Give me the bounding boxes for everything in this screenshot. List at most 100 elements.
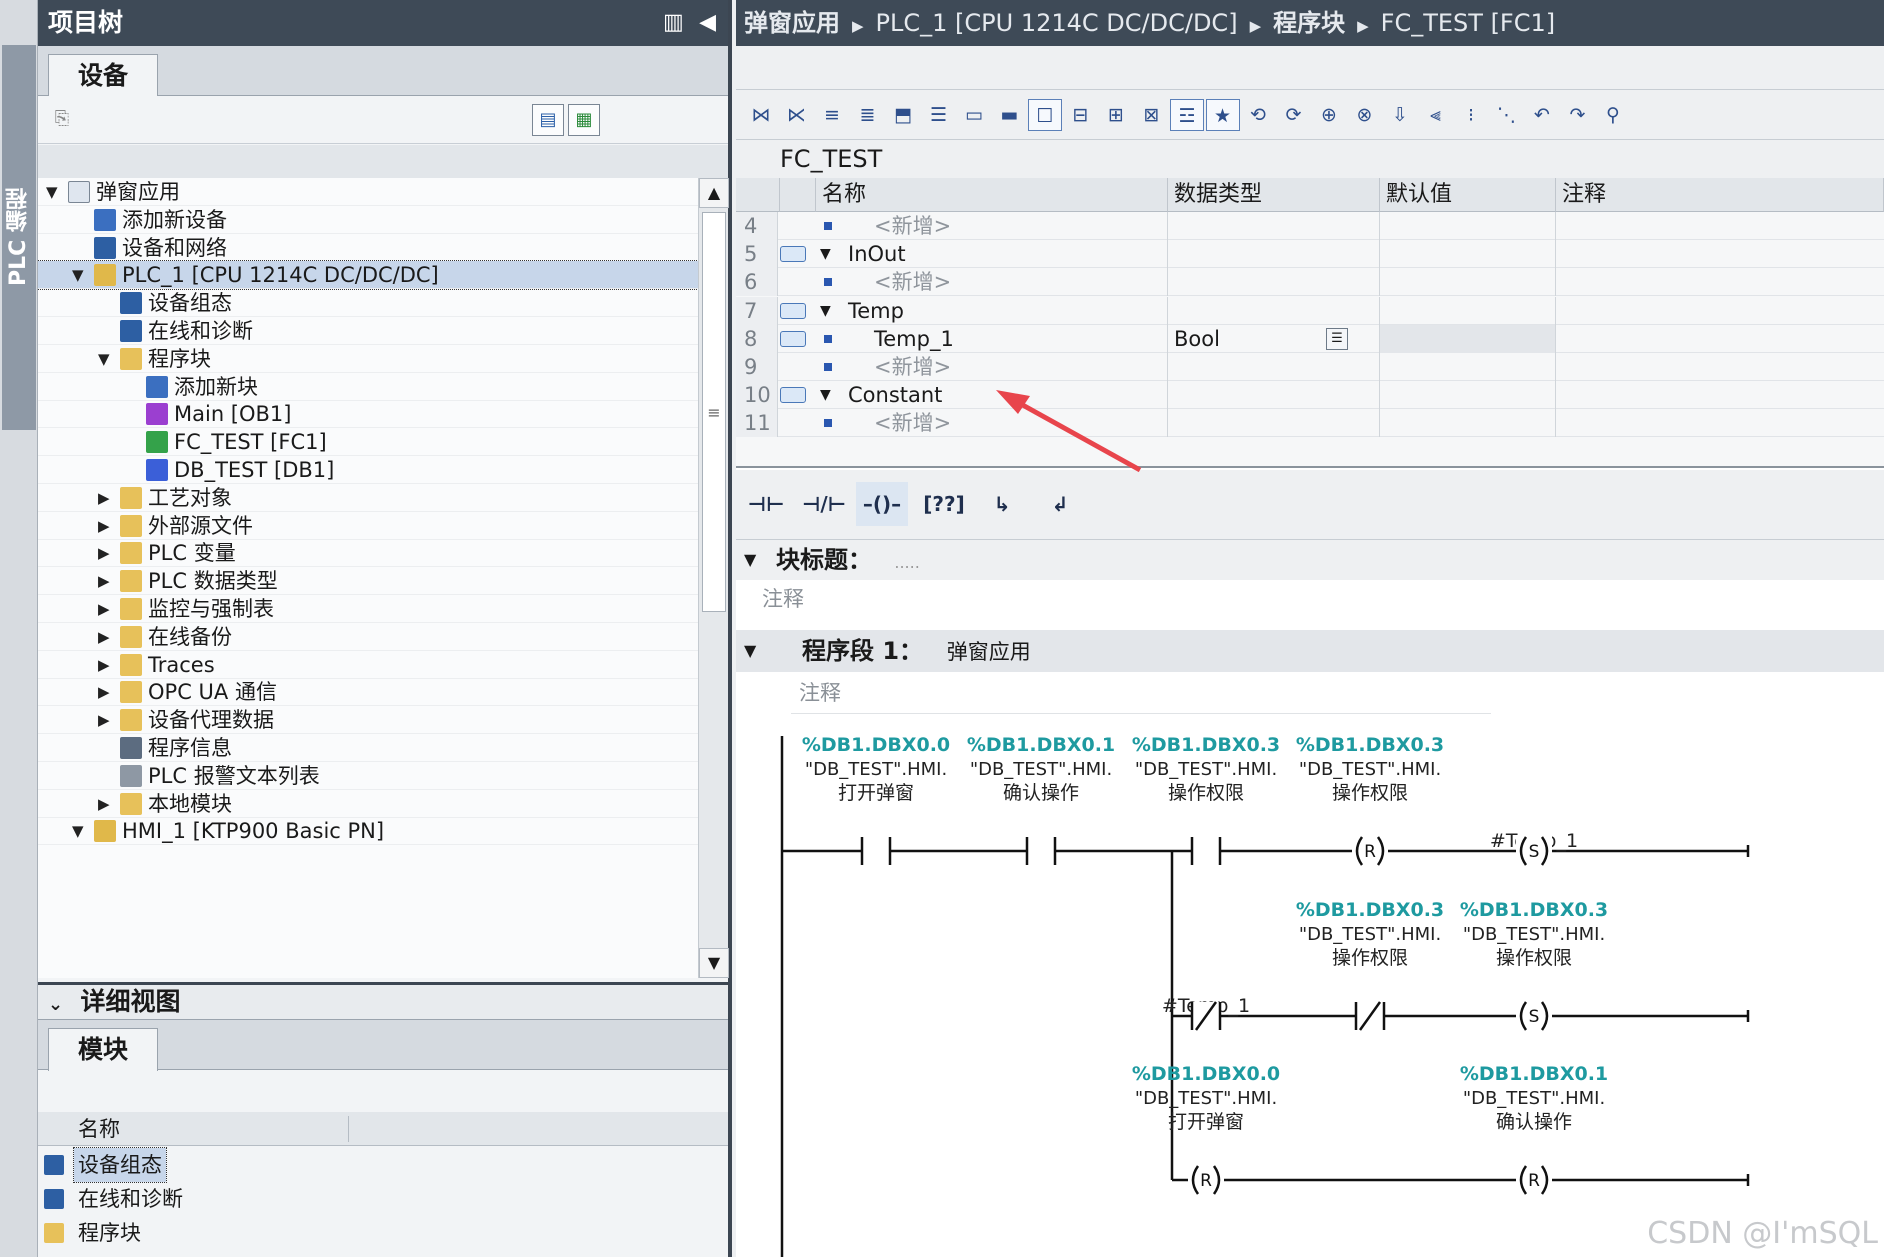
tree-item[interactable]: ▼ 弹窗应用 [38, 178, 698, 206]
iface-row[interactable]: 7 ▼ Temp [736, 296, 1884, 325]
tree-item[interactable]: ▶ PLC 数据类型 [38, 567, 698, 596]
iface-col-comment[interactable]: 注释 [1556, 178, 1884, 212]
network-name[interactable]: 弹窗应用 [947, 640, 1031, 664]
iface-type-cell[interactable] [1168, 240, 1380, 269]
block-comment[interactable]: 注释 [736, 580, 1884, 630]
network-comment[interactable]: 注释 [791, 674, 1491, 714]
scroll-thumb[interactable]: ≡ [702, 212, 726, 612]
open-branch-icon[interactable]: ↳ [976, 482, 1028, 526]
tree-item[interactable]: ▶ PLC 变量 [38, 539, 698, 568]
collapse-panel-icon[interactable]: ◀ [699, 10, 716, 35]
toggle-view-icon[interactable]: ☲ [1170, 99, 1204, 131]
tree-scrollbar[interactable]: ▲ ≡ ▼ [698, 178, 729, 978]
tree-item[interactable]: ▼ HMI_1 [KTP900 Basic PN] [38, 817, 698, 846]
collapsed-arrow-icon[interactable]: ▶ [98, 651, 114, 679]
network-view-icon[interactable]: ☰ [922, 99, 956, 131]
iface-row[interactable]: 5 ▼ InOut [736, 240, 1884, 269]
tree-item[interactable]: FC_TEST [FC1] [38, 428, 698, 457]
expanded-arrow-icon[interactable]: ▼ [98, 345, 114, 373]
tree-item[interactable]: 设备组态 [38, 289, 698, 318]
tree-item[interactable]: ▶ 工艺对象 [38, 484, 698, 512]
insert-network-icon[interactable]: ⋈ [744, 99, 778, 131]
iface-col-name[interactable]: 名称 [816, 178, 1168, 212]
indent-icon[interactable]: ⋱ [1490, 99, 1524, 131]
normally-open-contact-icon[interactable]: ⊣⊢ [740, 482, 792, 526]
block-title-value[interactable]: ..... [894, 553, 919, 572]
collapsed-arrow-icon[interactable]: ▶ [98, 706, 114, 734]
split-view-icon[interactable]: ▥ [663, 10, 684, 35]
close-branch-icon[interactable]: ↲ [1034, 482, 1086, 526]
detail-view-icon[interactable]: ▤ [532, 104, 564, 136]
chevron-down-icon[interactable]: ▼ [744, 630, 756, 672]
goto-icon[interactable]: ⬒ [886, 99, 920, 131]
detail-view-header[interactable]: ⌄ 详细视图 [38, 982, 728, 1020]
add-row-icon[interactable]: ≣ [851, 99, 885, 131]
detail-list-item[interactable]: 在线和诊断 [38, 1182, 728, 1216]
iface-row[interactable]: 6 <新增> [736, 268, 1884, 297]
tree-item[interactable]: ▶ 设备代理数据 [38, 706, 698, 735]
load-icon[interactable]: ⇩ [1383, 99, 1417, 131]
collapsed-arrow-icon[interactable]: ▶ [98, 567, 114, 595]
iface-type-cell[interactable] [1168, 212, 1380, 240]
iface-row[interactable]: 9 <新增> [736, 353, 1884, 381]
plc-programming-tab[interactable]: PLC 编程 [2, 45, 36, 430]
tree-item[interactable]: ▶ 外部源文件 [38, 512, 698, 540]
iface-row[interactable]: 10 ▼ Constant [736, 381, 1884, 410]
tree-item[interactable]: ▼ 程序块 [38, 345, 698, 373]
detail-list-item[interactable]: 设备组态 [38, 1147, 728, 1183]
iface-col-type[interactable]: 数据类型 [1168, 178, 1380, 212]
iface-type-cell[interactable] [1168, 296, 1380, 325]
tree-item[interactable]: ▼ PLC_1 [CPU 1214C DC/DC/DC] [38, 260, 698, 291]
delete-network-icon[interactable]: ⋉ [780, 99, 814, 131]
iface-type-cell[interactable] [1168, 268, 1380, 297]
undo-icon[interactable]: ↶ [1525, 99, 1559, 131]
expanded-arrow-icon[interactable]: ▼ [72, 261, 88, 289]
tree-item[interactable]: 添加新设备 [38, 206, 698, 234]
tree-item[interactable]: ▶ Traces [38, 651, 698, 679]
iface-type-cell[interactable] [1168, 381, 1380, 410]
go-online-icon[interactable]: ⟲ [1241, 99, 1275, 131]
iface-type-cell[interactable] [1168, 353, 1380, 381]
download-icon[interactable]: ⊗ [1348, 99, 1382, 131]
symbol-info-icon[interactable]: ⊞ [1099, 99, 1133, 131]
iface-row[interactable]: 8 Temp_1 Bool ☰ [736, 324, 1884, 353]
chevron-down-icon[interactable]: ▼ [744, 540, 756, 580]
collapsed-arrow-icon[interactable]: ▶ [98, 512, 114, 540]
properties-icon[interactable]: ⎘ [46, 104, 78, 136]
scroll-down-icon[interactable]: ▼ [699, 948, 729, 978]
iface-row[interactable]: 11 <新增> [736, 409, 1884, 438]
tree-item[interactable]: 设备和网络 [38, 234, 698, 262]
type-list-icon[interactable]: ☰ [1326, 327, 1348, 350]
tree-item[interactable]: ▶ OPC UA 通信 [38, 678, 698, 707]
detail-column-header[interactable]: 名称 [38, 1112, 728, 1146]
comment-icon[interactable]: ☐ [1028, 99, 1062, 131]
collapsed-arrow-icon[interactable]: ▶ [98, 484, 114, 512]
tag-info-icon[interactable]: ⊠ [1135, 99, 1169, 131]
collapsed-arrow-icon[interactable]: ▶ [98, 790, 114, 818]
call-icon[interactable]: ⚲ [1596, 99, 1630, 131]
collapsed-arrow-icon[interactable]: ▶ [98, 595, 114, 623]
iface-type-cell[interactable]: Bool [1168, 324, 1380, 353]
tree-item[interactable]: 程序信息 [38, 734, 698, 762]
tree-item[interactable]: PLC 报警文本列表 [38, 762, 698, 790]
iface-type-cell[interactable] [1168, 409, 1380, 438]
indent-left-icon[interactable]: ⫷ [1419, 99, 1453, 131]
monitor-icon[interactable]: ⟳ [1277, 99, 1311, 131]
collapse-all-icon[interactable]: ▭ [957, 99, 991, 131]
favorites-icon[interactable]: ★ [1205, 99, 1240, 131]
breadcrumb-item[interactable]: 程序块 [1273, 9, 1345, 37]
collapsed-arrow-icon[interactable]: ▶ [98, 539, 114, 567]
expanded-arrow-icon[interactable]: ▼ [72, 817, 88, 845]
iface-col-default[interactable]: 默认值 [1380, 178, 1556, 212]
tree-item[interactable]: ▶ 在线备份 [38, 623, 698, 651]
expanded-arrow-icon[interactable]: ▼ [46, 178, 62, 206]
tab-modules[interactable]: 模块 [48, 1028, 158, 1071]
expand-all-icon[interactable]: ▬ [993, 99, 1027, 131]
insert-row-icon[interactable]: ≡ [815, 99, 849, 131]
tree-item[interactable]: Main [OB1] [38, 400, 698, 429]
iface-row[interactable]: 4 <新增> [736, 212, 1884, 240]
absolute-address-icon[interactable]: ⊟ [1064, 99, 1098, 131]
breadcrumb-item[interactable]: FC_TEST [FC1] [1381, 9, 1555, 37]
output-coil-icon[interactable]: –()– [856, 482, 908, 526]
breadcrumb-item[interactable]: 弹窗应用 [744, 9, 840, 37]
